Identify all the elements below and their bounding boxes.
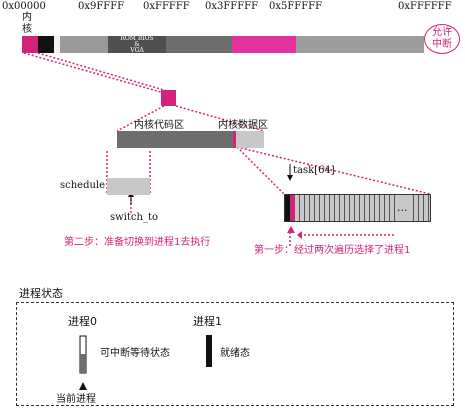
schedule-block [107, 178, 150, 195]
step1-caption: 第一步：经过两次遍历选择了进程1 [254, 245, 411, 256]
kernel-code-label: 内核代码区 [134, 120, 184, 131]
task-ellipsis: ... [397, 201, 408, 214]
kernel-detail-block [161, 90, 176, 106]
step2-caption: 第二步：准备切换到进程1去执行 [64, 237, 211, 248]
switch-to-label: switch_to [110, 212, 158, 223]
kernel-memory-bar [117, 131, 264, 148]
legend-title: 进程状态 [19, 287, 63, 300]
schedule-label: schedule [60, 180, 106, 191]
legend-interruptible-label: 可中断等待状态 [100, 348, 170, 359]
task-array: ... [284, 194, 431, 222]
legend-proc1: 进程1 [193, 315, 222, 328]
kernel-code-segment [117, 131, 233, 148]
legend-current-label: 当前进程 [56, 394, 96, 405]
task-slot-tail [409, 195, 430, 221]
task-array-label: task[64] [293, 165, 335, 176]
kernel-data-segment [236, 131, 264, 148]
kernel-data-label: 内核数据区 [218, 120, 268, 131]
legend-proc0: 进程0 [68, 315, 97, 328]
legend-ready-label: 就绪态 [220, 348, 250, 359]
task-slot-grid [295, 195, 395, 221]
